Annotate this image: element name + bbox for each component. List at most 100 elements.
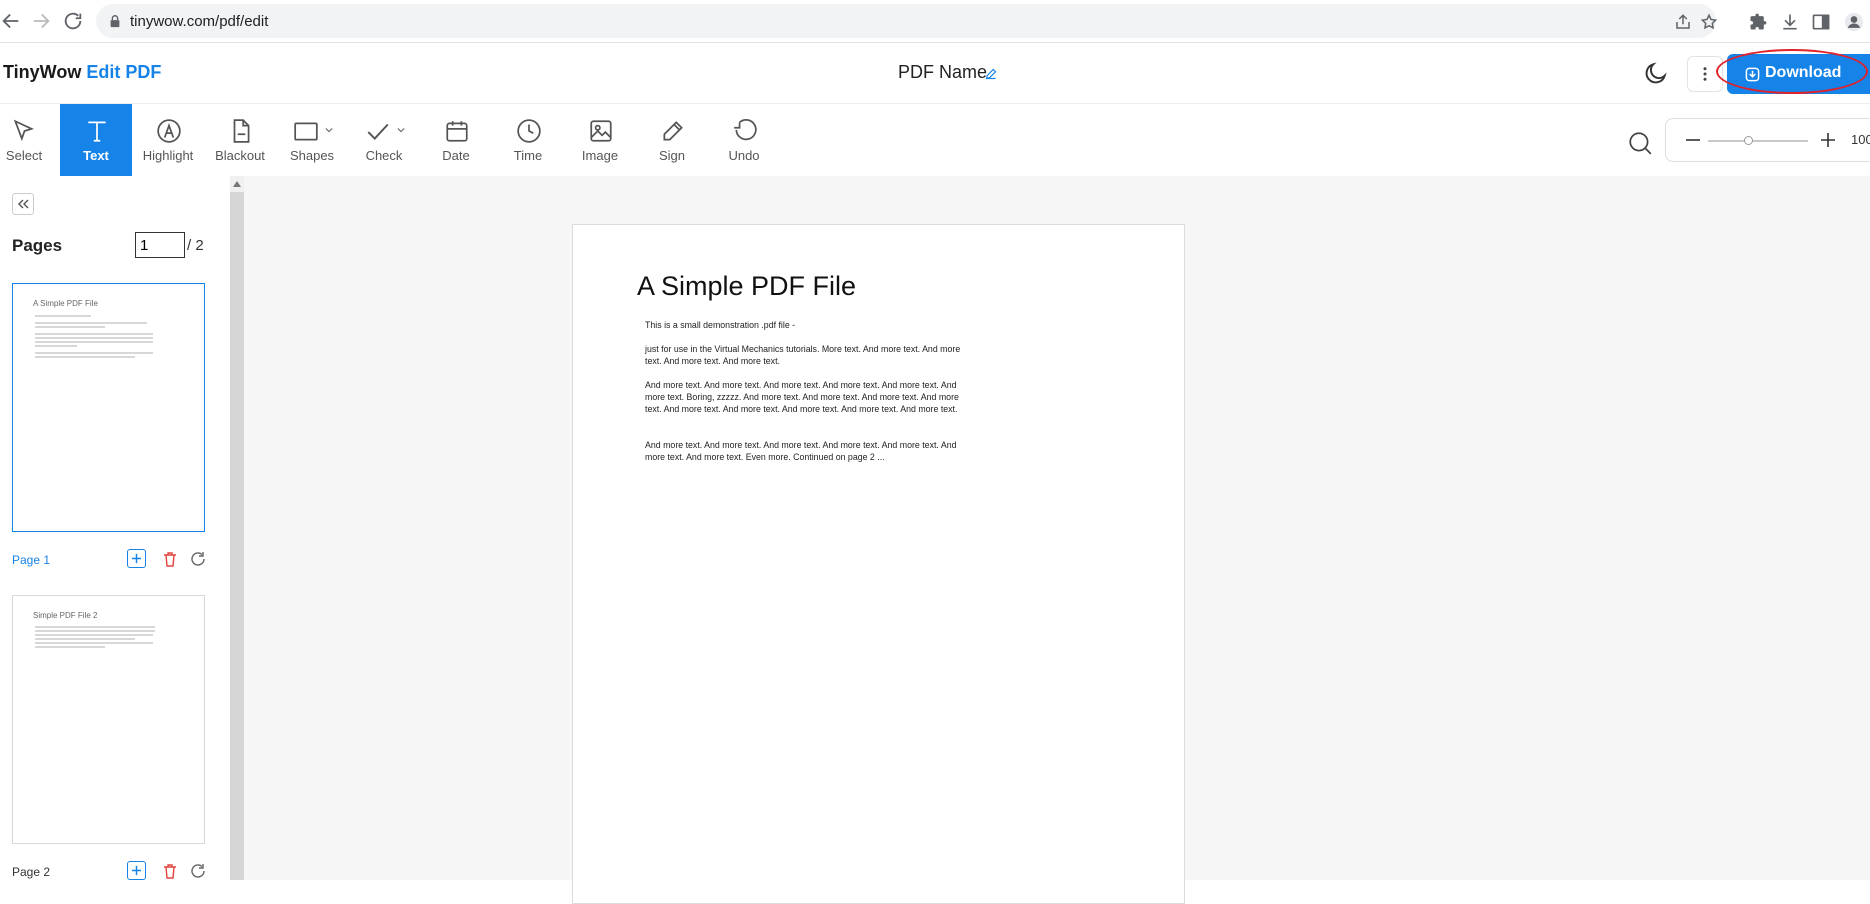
delete-page-button[interactable] — [163, 551, 177, 567]
url-text[interactable]: tinywow.com/pdf/edit — [130, 13, 268, 30]
document-paragraph[interactable]: And more text. And more text. And more t… — [645, 439, 975, 463]
delete-page-button[interactable] — [163, 863, 177, 879]
thumbnail-text-line — [35, 352, 153, 354]
tool-text[interactable]: Text — [60, 104, 132, 176]
address-bar[interactable]: tinywow.com/pdf/edit — [96, 4, 1718, 38]
document-name[interactable]: PDF Name — [898, 62, 987, 83]
lock-icon — [108, 14, 122, 28]
zoom-out-button[interactable] — [1684, 131, 1702, 149]
zoom-value: 100 — [1851, 132, 1870, 147]
reload-icon[interactable] — [62, 10, 84, 32]
text-t-icon — [88, 121, 106, 142]
add-page-button[interactable] — [127, 549, 146, 568]
tool-image[interactable]: Image — [564, 104, 636, 176]
page-thumbnail-2[interactable]: Simple PDF File 2 — [12, 595, 205, 844]
brand-product: Edit PDF — [86, 62, 162, 82]
page-total: / 2 — [187, 237, 204, 254]
page-label-1[interactable]: Page 1 — [12, 553, 50, 567]
tool-label: Select — [5, 148, 43, 163]
tool-select[interactable]: Select — [0, 104, 48, 176]
pages-sidebar: Pages / 2 A Simple PDF File Page 1 Simpl… — [0, 176, 230, 880]
zoom-slider-thumb[interactable] — [1744, 136, 1753, 145]
tool-label: Check — [365, 148, 403, 163]
page-thumbnail-1[interactable]: A Simple PDF File — [12, 283, 205, 532]
forward-arrow-icon[interactable] — [30, 10, 52, 32]
thumbnail-text-line — [35, 642, 153, 644]
zoom-in-button[interactable] — [1819, 131, 1837, 149]
dark-mode-moon-icon[interactable] — [1643, 60, 1669, 86]
document-paragraph[interactable]: just for use in the Virtual Mechanics tu… — [645, 343, 975, 367]
tool-label: Undo — [728, 148, 760, 163]
thumbnail-text-line — [35, 646, 105, 648]
collapse-sidebar-button[interactable] — [12, 193, 34, 215]
thumbnail-text-line — [35, 315, 91, 317]
bookmark-star-icon[interactable] — [1700, 13, 1718, 31]
tool-time[interactable]: Time — [492, 104, 564, 176]
tool-date[interactable]: Date — [420, 104, 492, 176]
thumbnail-text-line — [35, 333, 153, 335]
document-scrollbar[interactable] — [230, 176, 244, 880]
document-title[interactable]: A Simple PDF File — [637, 271, 856, 302]
zoom-slider-track[interactable] — [1708, 140, 1808, 142]
tool-highlight[interactable]: Highlight — [132, 104, 204, 176]
thumbnail-text-line — [35, 356, 135, 358]
highlight-icon — [157, 119, 181, 143]
share-icon[interactable] — [1674, 13, 1692, 31]
thumbnail-text-line — [35, 341, 153, 343]
rotate-page-button[interactable] — [190, 551, 206, 567]
rotate-icon — [191, 864, 205, 878]
tool-label: Text — [83, 148, 109, 163]
pages-title: Pages — [12, 236, 63, 255]
tool-label: Blackout — [215, 148, 265, 163]
thumbnail-text-line — [35, 638, 135, 640]
thumbnail-title: A Simple PDF File — [33, 299, 98, 308]
search-icon[interactable] — [1627, 130, 1653, 156]
pen-icon — [663, 121, 683, 141]
tool-label: Highlight — [142, 148, 194, 163]
extensions-puzzle-icon[interactable] — [1748, 12, 1768, 32]
zoom-control: 100 — [1665, 118, 1870, 162]
trash-icon — [164, 552, 176, 567]
app-header: TinyWow Edit PDF PDF Name Download — [0, 44, 1870, 104]
thumbnail-text-line — [35, 345, 77, 347]
checkmark-icon — [367, 123, 389, 140]
brand-name: TinyWow — [3, 62, 82, 82]
thumbnail-text-line — [35, 322, 147, 324]
tool-blackout[interactable]: Blackout — [204, 104, 276, 176]
thumbnail-text-line — [35, 630, 155, 632]
add-page-button[interactable] — [127, 861, 146, 880]
tool-sign[interactable]: Sign — [636, 104, 708, 176]
side-panel-icon[interactable] — [1811, 12, 1831, 32]
blackout-icon — [233, 119, 250, 143]
document-paragraph[interactable]: And more text. And more text. And more t… — [645, 379, 975, 415]
page-label-2[interactable]: Page 2 — [12, 865, 50, 879]
tool-label: Image — [581, 148, 619, 163]
download-tray-icon[interactable] — [1780, 12, 1800, 32]
thumbnail-text-line — [35, 337, 153, 339]
clock-icon — [517, 119, 541, 143]
edit-pencil-icon[interactable] — [985, 68, 997, 80]
download-button[interactable]: Download — [1727, 54, 1870, 94]
trash-icon — [164, 864, 176, 879]
calendar-icon — [446, 121, 468, 142]
tool-shapes[interactable]: Shapes — [276, 104, 348, 176]
document-paragraph[interactable]: This is a small demonstration .pdf file … — [645, 319, 975, 331]
tool-undo[interactable]: Undo — [708, 104, 780, 176]
cursor-arrow-icon — [13, 119, 34, 142]
brand-logo[interactable]: TinyWow Edit PDF — [3, 62, 161, 83]
download-label: Download — [1765, 64, 1842, 81]
more-options-button[interactable] — [1687, 56, 1723, 92]
pdf-page[interactable]: A Simple PDF File This is a small demons… — [572, 224, 1185, 904]
browser-toolbar: tinywow.com/pdf/edit — [0, 0, 1870, 43]
thumbnail-text-line — [35, 326, 105, 328]
tool-check[interactable]: Check — [348, 104, 420, 176]
rotate-page-button[interactable] — [190, 863, 206, 879]
thumbnail-text-line — [35, 634, 153, 636]
undo-icon — [734, 119, 757, 141]
scroll-up-arrow-icon[interactable] — [230, 176, 244, 192]
page-number-input[interactable] — [135, 232, 185, 258]
profile-avatar-icon[interactable] — [1844, 12, 1864, 32]
document-canvas: A Simple PDF File This is a small demons… — [244, 176, 1870, 904]
back-arrow-icon[interactable] — [0, 10, 22, 32]
download-icon — [1745, 67, 1760, 82]
